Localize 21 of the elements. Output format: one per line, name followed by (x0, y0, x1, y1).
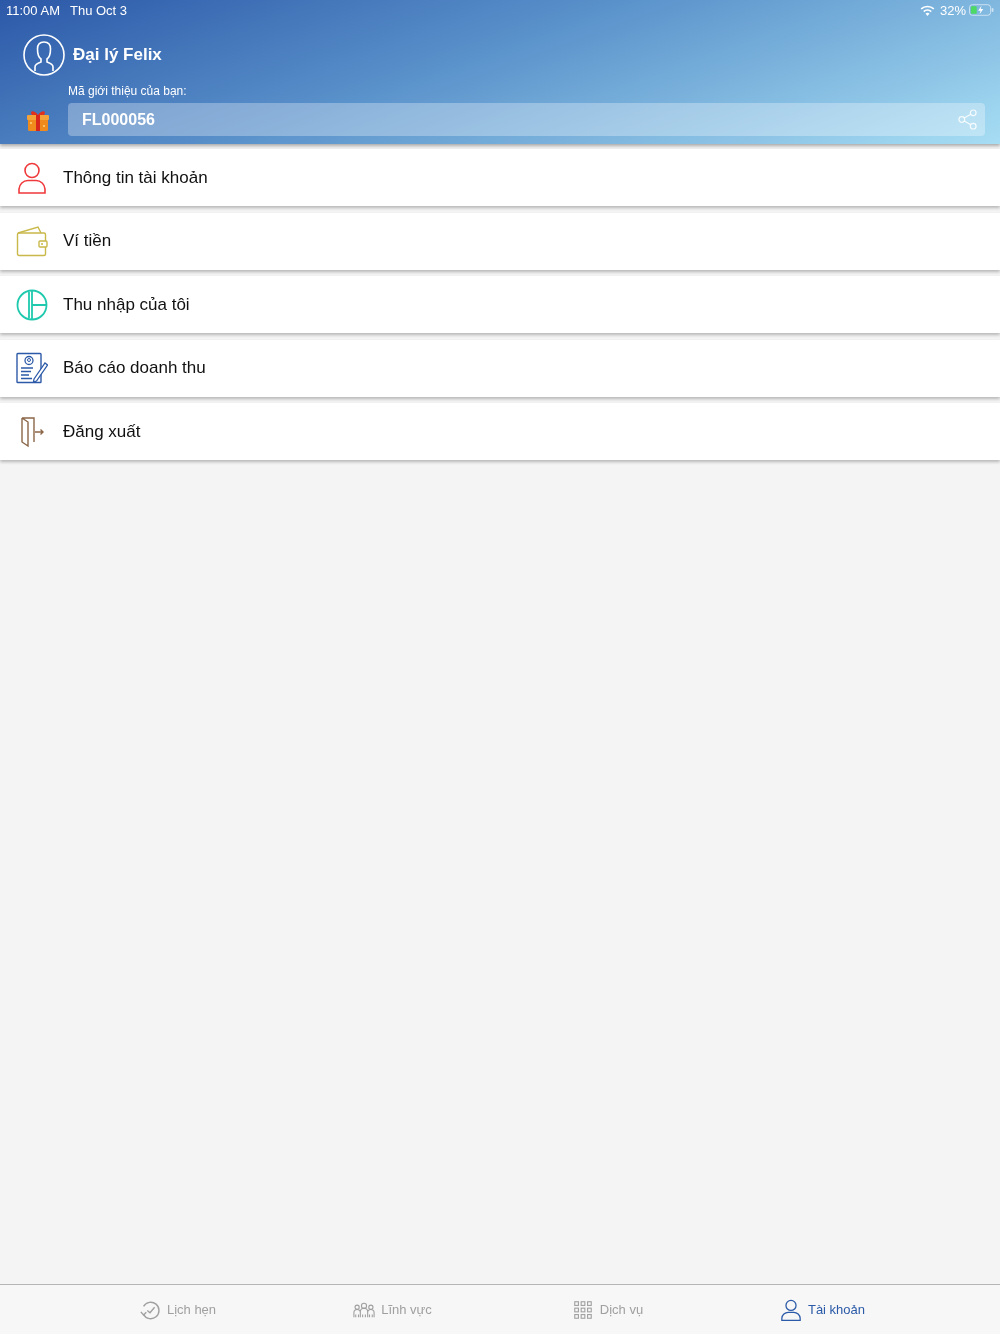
person-icon (16, 161, 48, 194)
person-icon (779, 1298, 802, 1321)
menu-item[interactable]: Báo cáo doanh thu (0, 339, 1000, 397)
grid-icon (571, 1298, 594, 1321)
menu-item[interactable]: Đăng xuất (0, 403, 1000, 460)
document-pen-icon (16, 352, 48, 384)
wallet-icon (16, 225, 48, 257)
menu-item[interactable]: Thu nhập của tôi (0, 276, 1000, 333)
battery-percent: 32% (939, 2, 966, 18)
tab-item[interactable]: Tài khoản (715, 1285, 930, 1334)
battery-icon (969, 4, 994, 16)
pie-chart-icon (16, 288, 48, 321)
avatar-icon (23, 34, 65, 76)
agent-name: Đại lý Felix (73, 45, 162, 65)
share-icon[interactable] (958, 109, 977, 130)
status-time: 11:00 AM (6, 2, 60, 18)
menu-item[interactable]: Ví tiền (0, 212, 1000, 270)
menu-item[interactable]: Thông tin tài khoản (0, 149, 1000, 206)
wifi-icon (919, 4, 935, 16)
status-date: Thu Oct 3 (69, 2, 128, 18)
referral-label: Mã giới thiệu của bạn: (67, 84, 188, 98)
